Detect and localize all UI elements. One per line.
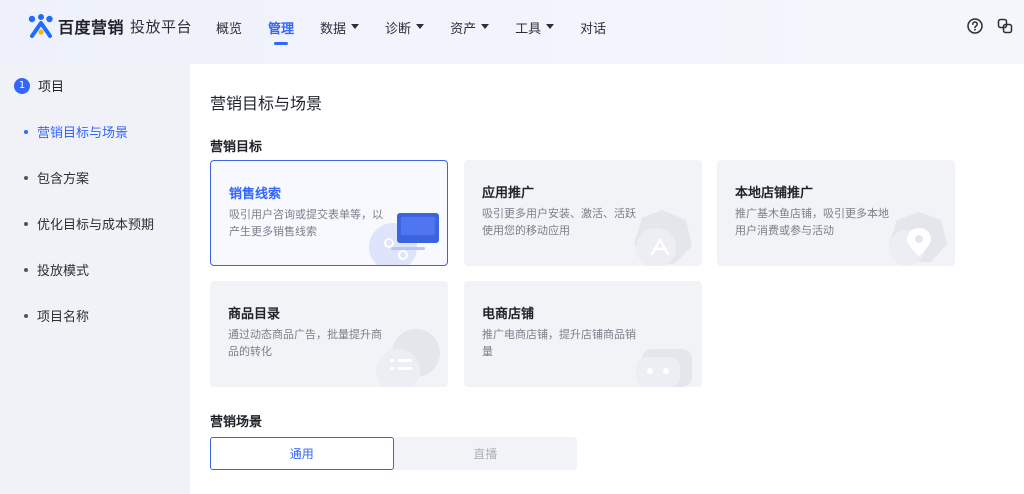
card-description: 吸引更多用户安装、激活、活跃使用您的移动应用 [482, 207, 636, 237]
bullet-dot [24, 221, 28, 226]
bullet-dot [24, 313, 28, 318]
scene-option-live[interactable]: 直播 [394, 437, 578, 470]
goal-card-ecommerce-shop[interactable]: 电商店铺 推广电商店铺，提升店铺商品销量 [464, 281, 702, 387]
card-description: 吸引用户咨询或提交表单等，以产生更多销售线索 [229, 208, 383, 238]
baidu-paw-logo-icon [28, 14, 53, 38]
caret-down-icon [351, 24, 360, 29]
location-pin-icon [889, 212, 947, 266]
nav-item-overview[interactable]: 概览 [216, 0, 242, 64]
card-title: 电商店铺 [482, 307, 535, 322]
logo-subtitle: 投放平台 [130, 17, 193, 36]
step-number-badge: 1 [14, 77, 30, 94]
nav-item-data[interactable]: 数据 [320, 0, 360, 64]
card-title: 销售线索 [229, 187, 282, 202]
sidebar-item-optimization[interactable]: 优化目标与成本预期 [24, 214, 154, 233]
card-title: 应用推广 [482, 186, 535, 201]
scene-segmented-control: 通用 直播 [210, 437, 577, 470]
card-description: 通过动态商品广告，批量提升商品的转化 [228, 328, 382, 358]
goal-card-sales-leads[interactable]: 销售线索 吸引用户咨询或提交表单等，以产生更多销售线索 [210, 160, 448, 266]
bullet-dot [24, 175, 28, 180]
caret-down-icon [546, 24, 555, 29]
sidebar-item-plans[interactable]: 包含方案 [24, 168, 89, 187]
sidebar-item-delivery-mode[interactable]: 投放模式 [24, 260, 89, 279]
sidebar-item-goal-scene[interactable]: 营销目标与场景 [24, 122, 128, 141]
scene-section-title: 营销场景 [210, 415, 263, 430]
nav-item-chat[interactable]: 对话 [580, 0, 606, 64]
sidebar-item-project-name[interactable]: 项目名称 [24, 306, 89, 325]
goal-section-title: 营销目标 [210, 140, 263, 155]
card-description: 推广基木鱼店铺，吸引更多本地用户消费或参与活动 [735, 207, 889, 237]
bullet-dot [24, 129, 28, 134]
card-description: 推广电商店铺，提升店铺商品销量 [482, 328, 636, 358]
nav-item-manage[interactable]: 管理 [268, 0, 294, 64]
nav-item-assets[interactable]: 资产 [450, 0, 490, 64]
goal-card-app-promotion[interactable]: 应用推广 吸引更多用户安装、激活、活跃使用您的移动应用 [464, 160, 702, 266]
caret-down-icon [416, 24, 425, 29]
step-title: 项目 [38, 80, 65, 95]
main-nav: 概览 管理 数据 诊断 资产 工具 对话 [216, 0, 632, 64]
top-navbar: 百度营销 投放平台 概览 管理 数据 诊断 资产 工具 对话 [0, 0, 1024, 64]
goal-card-local-store[interactable]: 本地店铺推广 推广基木鱼店铺，吸引更多本地用户消费或参与活动 [717, 160, 955, 266]
goal-card-product-catalog[interactable]: 商品目录 通过动态商品广告，批量提升商品的转化 [210, 281, 448, 387]
main-panel: 营销目标与场景 营销目标 销售线索 吸引用户咨询或提交表单等，以产生更多销售线索… [190, 64, 1024, 494]
card-title: 商品目录 [228, 307, 281, 322]
bullet-dot [24, 267, 28, 272]
copy-icon[interactable] [996, 17, 1014, 35]
page-title: 营销目标与场景 [210, 94, 323, 113]
nav-item-tools[interactable]: 工具 [515, 0, 555, 64]
shop-bag-icon [636, 349, 692, 387]
scene-option-general[interactable]: 通用 [210, 437, 394, 470]
step-sidebar: 1 项目 营销目标与场景 包含方案 优化目标与成本预期 投放模式 项目名称 [0, 64, 190, 494]
card-title: 本地店铺推广 [735, 186, 814, 201]
catalog-list-icon [376, 329, 440, 387]
app-store-icon [634, 210, 692, 266]
top-right-icons [954, 17, 1014, 35]
help-icon[interactable] [966, 17, 984, 35]
logo-text: 百度营销 [58, 18, 125, 37]
form-leads-icon [369, 213, 439, 265]
caret-down-icon [481, 24, 490, 29]
step-header: 1 项目 [14, 76, 64, 95]
logo[interactable]: 百度营销 投放平台 [28, 14, 192, 38]
nav-item-diagnose[interactable]: 诊断 [385, 0, 425, 64]
